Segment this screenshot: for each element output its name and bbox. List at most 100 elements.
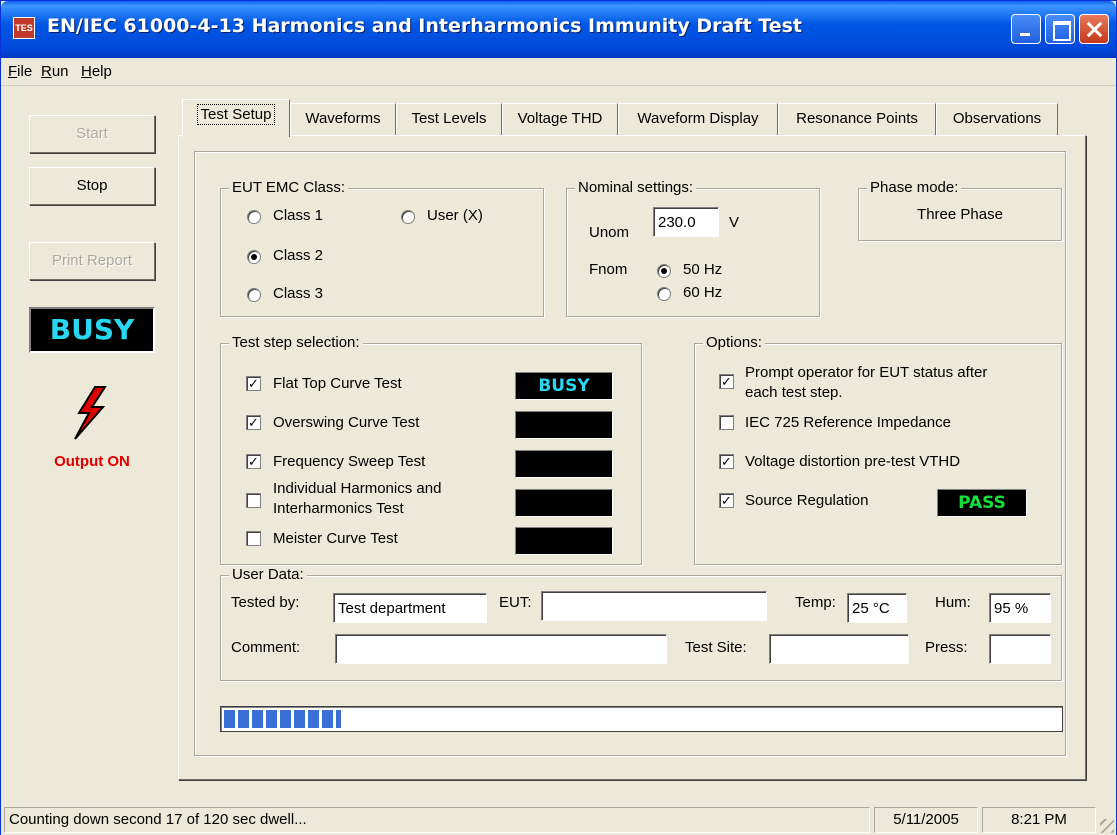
maximize-button[interactable] bbox=[1045, 14, 1075, 44]
class-3-radio[interactable] bbox=[247, 288, 261, 302]
class-1-label: Class 1 bbox=[273, 207, 324, 224]
prompt-operator-checkbox[interactable]: ✓ bbox=[719, 374, 734, 389]
unom-unit: V bbox=[729, 214, 740, 231]
tab-label: Test Setup bbox=[196, 104, 276, 125]
tab-waveform-display[interactable]: Waveform Display bbox=[618, 103, 778, 135]
close-button[interactable] bbox=[1079, 14, 1109, 44]
tab-test-levels[interactable]: Test Levels bbox=[396, 103, 502, 135]
menu-help[interactable]: Help bbox=[81, 63, 112, 80]
flat-top-status: BUSY bbox=[515, 372, 613, 400]
tab-resonance-points[interactable]: Resonance Points bbox=[778, 103, 936, 135]
frequency-sweep-checkbox[interactable]: ✓ bbox=[246, 454, 261, 469]
iec725-checkbox[interactable] bbox=[719, 415, 734, 430]
source-regulation-label: Source Regulation bbox=[745, 492, 869, 509]
status-date: 5/11/2005 bbox=[874, 807, 978, 833]
unom-field[interactable]: 230.0 bbox=[653, 207, 719, 237]
fnom-60hz-radio[interactable] bbox=[657, 287, 671, 301]
temp-field[interactable]: 25 °C bbox=[847, 593, 907, 623]
tested-by-label: Tested by: bbox=[231, 594, 300, 611]
window-title: EN/IEC 61000-4-13 Harmonics and Interhar… bbox=[47, 15, 802, 37]
tab-waveforms[interactable]: Waveforms bbox=[290, 103, 396, 135]
prompt-operator-label-line2: each test step. bbox=[745, 384, 843, 401]
comment-label: Comment: bbox=[231, 639, 301, 656]
print-report-button[interactable]: Print Report bbox=[29, 242, 155, 280]
user-x-label: User (X) bbox=[427, 207, 483, 224]
fnom-50hz-label: 50 Hz bbox=[683, 261, 723, 278]
fnom-60hz-label: 60 Hz bbox=[683, 284, 723, 301]
tab-observations[interactable]: Observations bbox=[936, 103, 1058, 135]
resize-grip-icon[interactable] bbox=[1100, 819, 1114, 833]
output-status-label: Output ON bbox=[54, 453, 130, 470]
app-icon[interactable]: TES bbox=[13, 17, 35, 39]
phase-mode-value: Three Phase bbox=[917, 206, 1003, 223]
title-bar[interactable]: TES EN/IEC 61000-4-13 Harmonics and Inte… bbox=[1, 1, 1116, 58]
user-data-title: User Data: bbox=[229, 566, 307, 583]
flat-top-checkbox[interactable]: ✓ bbox=[246, 376, 261, 391]
frequency-sweep-label: Frequency Sweep Test bbox=[273, 453, 426, 470]
tested-by-field[interactable]: Test department bbox=[333, 593, 487, 623]
vthd-pretest-checkbox[interactable]: ✓ bbox=[719, 454, 734, 469]
prompt-operator-label-line1: Prompt operator for EUT status after bbox=[745, 364, 988, 381]
start-button[interactable]: Start bbox=[29, 115, 155, 153]
status-time: 8:21 PM bbox=[982, 807, 1096, 833]
frequency-sweep-status bbox=[515, 450, 613, 478]
eut-emc-class-group: EUT EMC Class: Class 1 Class 2 Class 3 U… bbox=[220, 179, 544, 317]
comment-field[interactable] bbox=[335, 634, 667, 664]
source-regulation-status: PASS bbox=[937, 489, 1027, 517]
options-title: Options: bbox=[703, 334, 765, 351]
nominal-settings-group: Nominal settings: Unom 230.0 V Fnom 50 H… bbox=[566, 179, 820, 317]
press-label: Press: bbox=[925, 639, 968, 656]
test-step-selection-group: Test step selection: ✓ Flat Top Curve Te… bbox=[220, 334, 642, 565]
test-site-label: Test Site: bbox=[685, 639, 747, 656]
eut-emc-class-title: EUT EMC Class: bbox=[229, 179, 349, 196]
fnom-label: Fnom bbox=[589, 261, 628, 278]
menu-file[interactable]: File bbox=[8, 63, 32, 80]
phase-mode-title: Phase mode: bbox=[867, 179, 962, 196]
source-regulation-checkbox[interactable]: ✓ bbox=[719, 493, 734, 508]
unom-label: Unom bbox=[589, 224, 630, 241]
press-field[interactable] bbox=[989, 634, 1051, 664]
eut-field[interactable] bbox=[541, 591, 767, 621]
overswing-status bbox=[515, 411, 613, 439]
class-3-label: Class 3 bbox=[273, 285, 324, 302]
flat-top-label: Flat Top Curve Test bbox=[273, 375, 402, 392]
fnom-50hz-radio[interactable] bbox=[657, 264, 671, 278]
test-site-field[interactable] bbox=[769, 634, 909, 664]
temp-label: Temp: bbox=[795, 594, 836, 611]
busy-indicator: BUSY bbox=[29, 307, 155, 353]
class-2-label: Class 2 bbox=[273, 247, 324, 264]
menu-run[interactable]: Run bbox=[41, 63, 69, 80]
minimize-button[interactable] bbox=[1011, 14, 1041, 44]
iec725-label: IEC 725 Reference Impedance bbox=[745, 414, 951, 431]
status-message: Counting down second 17 of 120 sec dwell… bbox=[4, 807, 870, 833]
stop-button[interactable]: Stop bbox=[29, 167, 155, 205]
test-step-selection-title: Test step selection: bbox=[229, 334, 363, 351]
hum-field[interactable]: 95 % bbox=[989, 593, 1051, 623]
dwell-progress-bar bbox=[220, 706, 1063, 732]
nominal-settings-title: Nominal settings: bbox=[575, 179, 697, 196]
overswing-checkbox[interactable]: ✓ bbox=[246, 415, 261, 430]
user-data-group: User Data: Tested by: Test department EU… bbox=[220, 566, 1062, 681]
progress-fill bbox=[224, 710, 341, 728]
vthd-pretest-label: Voltage distortion pre-test VTHD bbox=[745, 453, 961, 470]
tab-voltage-thd[interactable]: Voltage THD bbox=[502, 103, 618, 135]
eut-label: EUT: bbox=[499, 594, 532, 611]
tab-test-setup[interactable]: Test Setup bbox=[182, 99, 290, 137]
user-x-radio[interactable] bbox=[401, 210, 415, 224]
class-2-radio[interactable] bbox=[247, 250, 261, 264]
individual-harmonics-status bbox=[515, 489, 613, 517]
options-group: Options: ✓ Prompt operator for EUT statu… bbox=[694, 334, 1062, 565]
menu-bar: File Run Help bbox=[1, 59, 1116, 86]
meister-curve-checkbox[interactable] bbox=[246, 531, 261, 546]
hum-label: Hum: bbox=[935, 594, 971, 611]
individual-harmonics-label-line2: Interharmonics Test bbox=[273, 500, 404, 517]
class-1-radio[interactable] bbox=[247, 210, 261, 224]
main-window: TES EN/IEC 61000-4-13 Harmonics and Inte… bbox=[0, 0, 1117, 835]
meister-curve-status bbox=[515, 527, 613, 555]
status-bar: Counting down second 17 of 120 sec dwell… bbox=[1, 805, 1116, 835]
individual-harmonics-checkbox[interactable] bbox=[246, 493, 261, 508]
individual-harmonics-label-line1: Individual Harmonics and bbox=[273, 480, 442, 497]
meister-curve-label: Meister Curve Test bbox=[273, 530, 398, 547]
phase-mode-group: Phase mode: Three Phase bbox=[858, 179, 1062, 241]
overswing-label: Overswing Curve Test bbox=[273, 414, 420, 431]
